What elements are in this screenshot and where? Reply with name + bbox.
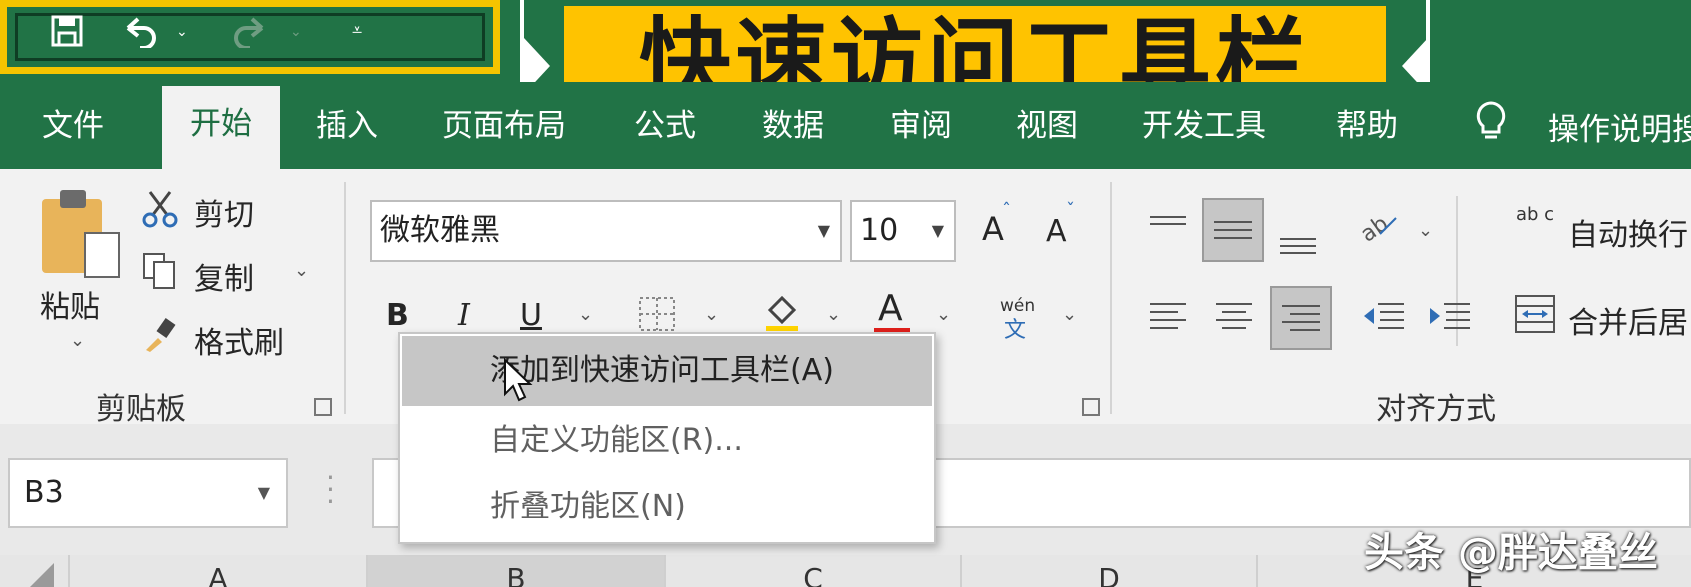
column-header-d[interactable]: D xyxy=(960,555,1256,587)
fill-color-dropdown-chevron-icon[interactable]: ⌄ xyxy=(826,304,841,325)
paste-clip-icon xyxy=(60,190,86,208)
undo-icon[interactable] xyxy=(120,14,160,55)
copy-button[interactable]: 复制 xyxy=(194,254,254,298)
clipboard-group-label: 剪贴板 xyxy=(96,392,186,427)
copy-icon[interactable] xyxy=(142,252,178,297)
tell-me-search[interactable]: 操作说明搜 xyxy=(1548,104,1691,149)
orientation-icon[interactable]: ab xyxy=(1356,208,1398,251)
cut-icon[interactable] xyxy=(142,190,178,235)
font-name-combo[interactable]: 微软雅黑 ▼ xyxy=(370,200,842,262)
save-icon[interactable] xyxy=(50,14,84,55)
tab-developer[interactable]: 开发工具 xyxy=(1142,104,1266,148)
column-header-b[interactable]: B xyxy=(366,555,664,587)
tab-help[interactable]: 帮助 xyxy=(1336,104,1398,148)
align-right-button[interactable] xyxy=(1270,286,1332,350)
ribbon-context-menu: 添加到快速访问工具栏(A) 自定义功能区(R)... 折叠功能区(N) xyxy=(398,332,936,544)
menu-item-add-to-qat[interactable]: 添加到快速访问工具栏(A) xyxy=(402,336,932,406)
grow-font-arrow-icon: ˆ xyxy=(1002,200,1011,221)
name-box-value: B3 xyxy=(24,475,64,510)
tab-file[interactable]: 文件 xyxy=(42,104,104,148)
top-align-icon[interactable] xyxy=(1148,206,1188,242)
paste-button[interactable]: 粘贴 xyxy=(40,282,100,326)
font-name-dropdown-icon[interactable]: ▼ xyxy=(818,202,830,260)
tab-view[interactable]: 视图 xyxy=(1016,104,1078,148)
font-size-dropdown-icon[interactable]: ▼ xyxy=(932,202,944,260)
orientation-dropdown-chevron-icon[interactable]: ⌄ xyxy=(1418,220,1433,241)
menu-item-collapse-ribbon[interactable]: 折叠功能区(N) xyxy=(402,472,932,542)
group-separator xyxy=(1110,182,1112,414)
undo-dropdown-chevron-icon[interactable]: ⌄ xyxy=(176,24,188,40)
underline-dropdown-chevron-icon[interactable]: ⌄ xyxy=(578,304,593,325)
tab-insert[interactable]: 插入 xyxy=(316,104,378,148)
cut-button[interactable]: 剪切 xyxy=(194,190,254,234)
customize-qat-icon[interactable]: ⩡ xyxy=(352,20,362,41)
name-box-dropdown-icon[interactable]: ▼ xyxy=(258,460,270,526)
copy-dropdown-chevron-icon[interactable]: ⌄ xyxy=(294,260,309,281)
phonetic-dropdown-chevron-icon[interactable]: ⌄ xyxy=(1062,304,1077,325)
shrink-font-button[interactable]: A xyxy=(1046,214,1067,249)
redo-icon xyxy=(230,14,270,55)
tab-review[interactable]: 审阅 xyxy=(890,104,952,148)
font-name-value: 微软雅黑 xyxy=(380,213,500,248)
format-painter-icon[interactable] xyxy=(142,318,178,361)
paste-doc-icon xyxy=(84,232,120,278)
tab-page-layout[interactable]: 页面布局 xyxy=(442,104,566,148)
font-launcher-icon[interactable] xyxy=(1082,398,1100,416)
font-size-combo[interactable]: 10 ▼ xyxy=(850,200,956,262)
mouse-cursor-icon xyxy=(503,357,533,406)
phonetic-guide-button[interactable]: 文 xyxy=(1004,312,1026,344)
name-box[interactable]: B3 ▼ xyxy=(8,458,288,528)
clipboard-launcher-icon[interactable] xyxy=(314,398,332,416)
group-separator xyxy=(344,182,346,414)
formula-bar-grip-icon[interactable]: · · · xyxy=(326,464,335,516)
wrap-text-button[interactable]: 自动换行 xyxy=(1568,210,1688,254)
merge-center-button[interactable]: 合并后居 xyxy=(1568,298,1688,342)
bold-button[interactable]: B xyxy=(386,298,409,333)
shrink-font-arrow-icon: ˇ xyxy=(1066,200,1075,221)
watermark: 头条 @胖达叠丝 xyxy=(1364,530,1658,576)
redo-dropdown-chevron-icon: ⌄ xyxy=(290,24,302,40)
alignment-group-label: 对齐方式 xyxy=(1376,392,1496,427)
menu-item-customize-ribbon[interactable]: 自定义功能区(R)... xyxy=(402,406,932,476)
paste-dropdown-chevron-icon[interactable]: ⌄ xyxy=(70,330,85,351)
align-left-icon[interactable] xyxy=(1148,300,1188,337)
column-header-a[interactable]: A xyxy=(68,555,366,587)
merge-center-icon[interactable] xyxy=(1514,294,1556,341)
decrease-indent-icon[interactable] xyxy=(1362,300,1406,339)
align-center-icon[interactable] xyxy=(1214,300,1254,337)
lightbulb-icon xyxy=(1474,100,1508,153)
tab-formulas[interactable]: 公式 xyxy=(634,104,696,148)
italic-button[interactable]: I xyxy=(458,298,470,333)
tab-data[interactable]: 数据 xyxy=(762,104,824,148)
font-color-button[interactable]: A xyxy=(878,288,903,329)
grow-font-button[interactable]: A xyxy=(982,210,1004,248)
font-color-dropdown-chevron-icon[interactable]: ⌄ xyxy=(936,304,951,325)
borders-dropdown-chevron-icon[interactable]: ⌄ xyxy=(704,304,719,325)
increase-indent-icon[interactable] xyxy=(1428,300,1472,339)
font-size-value: 10 xyxy=(860,213,899,248)
svg-text:ab: ab xyxy=(1358,211,1393,244)
tab-home[interactable]: 开始 xyxy=(162,86,280,169)
column-header-c[interactable]: C xyxy=(664,555,960,587)
select-all-corner[interactable] xyxy=(30,563,54,587)
underline-button[interactable]: U xyxy=(520,298,542,333)
bottom-align-icon[interactable] xyxy=(1278,226,1318,262)
wrap-text-icon[interactable]: ab c xyxy=(1516,206,1554,224)
format-painter-button[interactable]: 格式刷 xyxy=(194,318,284,362)
middle-align-button[interactable] xyxy=(1202,198,1264,262)
